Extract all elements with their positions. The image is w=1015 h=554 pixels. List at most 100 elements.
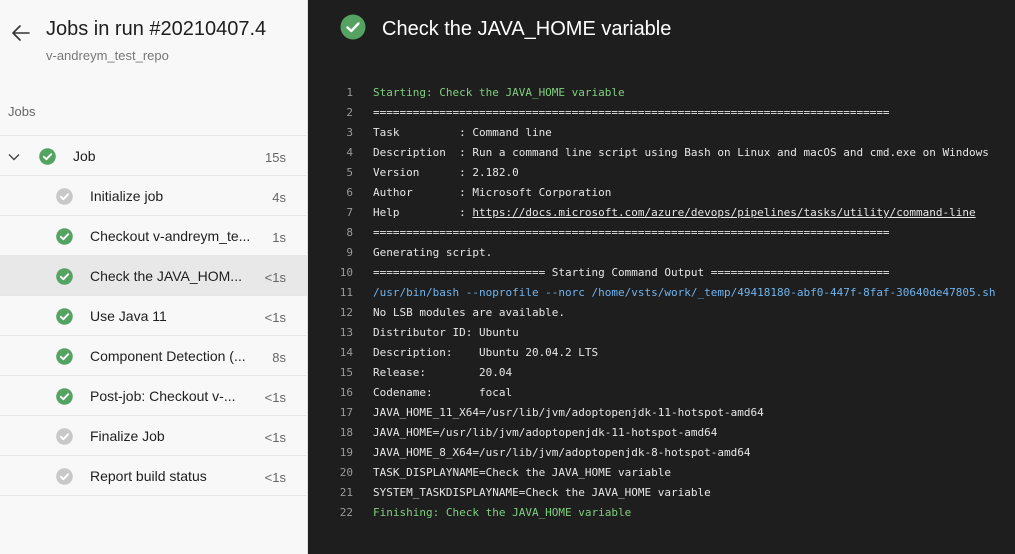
log-line-text: Author : Microsoft Corporation <box>373 186 612 199</box>
log-line-number: 3 <box>346 126 353 139</box>
job-step-duration: 8s <box>272 350 286 365</box>
check-circle-gray-icon <box>56 188 73 205</box>
job-step-label: Post-job: Checkout v-... <box>90 388 236 404</box>
log-line-number: 18 <box>339 426 353 439</box>
log-line: 3 Task : Command line <box>308 123 1015 143</box>
job-step-row[interactable]: Finalize Job <1s <box>0 416 307 456</box>
log-line-text: TASK_DISPLAYNAME=Check the JAVA_HOME var… <box>373 466 672 479</box>
log-line-text: JAVA_HOME=/usr/lib/jvm/adoptopenjdk-11-h… <box>373 426 718 439</box>
log-line: 6 Author : Microsoft Corporation <box>308 183 1015 203</box>
log-line-text: Help : https://docs.microsoft.com/azure/… <box>373 203 976 223</box>
log-line-number: 12 <box>339 306 353 319</box>
job-step-label: Check the JAVA_HOM... <box>90 268 242 284</box>
job-step-duration: <1s <box>264 390 286 405</box>
job-label: Job <box>73 148 96 164</box>
check-circle-icon <box>56 228 73 245</box>
job-step-duration: <1s <box>264 470 286 485</box>
jobs-header: Jobs in run #20210407.4 v-andreym_test_r… <box>0 0 307 85</box>
job-step-row[interactable]: Component Detection (... 8s <box>0 336 307 376</box>
job-step-duration: <1s <box>264 270 286 285</box>
log-line: 2 =======================================… <box>308 103 1015 123</box>
log-line-number: 5 <box>346 166 353 179</box>
log-line: 7 Help : https://docs.microsoft.com/azure… <box>308 203 1015 223</box>
log-line-text: No LSB modules are available. <box>373 306 566 319</box>
log-line: 11/usr/bin/bash --noprofile --norc /home… <box>308 283 1015 303</box>
jobs-panel: Jobs in run #20210407.4 v-andreym_test_r… <box>0 0 308 554</box>
log-line-number: 20 <box>339 466 353 479</box>
check-circle-gray-icon <box>56 428 73 445</box>
log-line-text: Description: Ubuntu 20.04.2 LTS <box>373 346 599 359</box>
log-line: 8 =======================================… <box>308 223 1015 243</box>
chevron-down-icon[interactable] <box>8 150 20 162</box>
log-line-text: /usr/bin/bash --noprofile --norc /home/v… <box>373 286 996 299</box>
log-line: 19 JAVA_HOME_8_X64=/usr/lib/jvm/adoptopen… <box>308 443 1015 463</box>
log-line-number: 1 <box>346 86 353 99</box>
job-step-row[interactable]: Report build status <1s <box>0 456 307 496</box>
log-line: 14 Description: Ubuntu 20.04.2 LTS <box>308 343 1015 363</box>
log-line-number: 15 <box>339 366 353 379</box>
log-line: 12 No LSB modules are available. <box>308 303 1015 323</box>
run-title: Jobs in run #20210407.4 <box>46 18 267 40</box>
job-step-row[interactable]: Post-job: Checkout v-... <1s <box>0 376 307 416</box>
log-header: Check the JAVA_HOME variable <box>340 14 671 42</box>
job-step-label: Component Detection (... <box>90 348 246 364</box>
log-line-number: 10 <box>339 266 353 279</box>
log-line-number: 22 <box>339 506 353 519</box>
job-step-row[interactable]: Check the JAVA_HOM... <1s <box>0 256 307 296</box>
job-step-label: Report build status <box>90 468 207 484</box>
log-line-number: 11 <box>339 286 353 299</box>
back-arrow-icon[interactable] <box>10 22 32 44</box>
log-line-number: 21 <box>339 486 353 499</box>
log-line-number: 17 <box>339 406 353 419</box>
log-line-text: Starting: Check the JAVA_HOME variable <box>373 86 625 99</box>
check-circle-gray-icon <box>56 468 73 485</box>
log-line: 10 ========================== Starting Co… <box>308 263 1015 283</box>
log-line-text: SYSTEM_TASKDISPLAYNAME=Check the JAVA_HO… <box>373 486 711 499</box>
log-line-number: 6 <box>346 186 353 199</box>
log-line-text: Task : Command line <box>373 126 552 139</box>
log-line: 22 Finishing: Check the JAVA_HOME variabl… <box>308 503 1015 523</box>
log-line-text: ========================== Starting Comm… <box>373 266 890 279</box>
repo-name: v-andreym_test_repo <box>46 48 169 63</box>
log-line-text: Version : 2.182.0 <box>373 166 519 179</box>
log-line: 18 JAVA_HOME=/usr/lib/jvm/adoptopenjdk-11… <box>308 423 1015 443</box>
job-step-label: Use Java 11 <box>90 308 167 324</box>
log-line-number: 4 <box>346 146 353 159</box>
log-line-text: Description : Run a command line script … <box>373 146 989 159</box>
log-line: 13 Distributor ID: Ubuntu <box>308 323 1015 343</box>
log-line-text: Distributor ID: Ubuntu <box>373 326 519 339</box>
log-line: 15 Release: 20.04 <box>308 363 1015 383</box>
log-line: 5 Version : 2.182.0 <box>308 163 1015 183</box>
log-line-number: 13 <box>339 326 353 339</box>
log-line: 16 Codename: focal <box>308 383 1015 403</box>
check-circle-icon <box>56 348 73 365</box>
help-link[interactable]: https://docs.microsoft.com/azure/devops/… <box>472 206 975 219</box>
check-circle-icon <box>56 388 73 405</box>
pipeline-run-view: Jobs in run #20210407.4 v-andreym_test_r… <box>0 0 1015 554</box>
job-step-label: Initialize job <box>90 188 164 204</box>
log-line-number: 14 <box>339 346 353 359</box>
log-line: 9 Generating script. <box>308 243 1015 263</box>
job-step-row[interactable]: Use Java 11 <1s <box>0 296 307 336</box>
log-line-number: 2 <box>346 106 353 119</box>
log-line-text: Codename: focal <box>373 386 513 399</box>
log-line-text: JAVA_HOME_11_X64=/usr/lib/jvm/adoptopenj… <box>373 406 764 419</box>
job-step-label: Checkout v-andreym_te... <box>90 228 251 244</box>
check-circle-icon <box>56 308 73 325</box>
log-line-number: 16 <box>339 386 353 399</box>
job-step-duration: <1s <box>264 310 286 325</box>
log-output: 1 Starting: Check the JAVA_HOME variable 2… <box>308 83 1015 523</box>
job-step-row[interactable]: Initialize job 4s <box>0 176 307 216</box>
log-line-number: 9 <box>346 246 353 259</box>
log-line-text: Generating script. <box>373 246 493 259</box>
job-row[interactable]: Job 15s <box>0 136 307 176</box>
log-line: 1 Starting: Check the JAVA_HOME variable <box>308 83 1015 103</box>
log-line: 21 SYSTEM_TASKDISPLAYNAME=Check the JAVA_… <box>308 483 1015 503</box>
job-step-duration: 1s <box>272 230 286 245</box>
job-step-label: Finalize Job <box>90 428 165 444</box>
job-step-row[interactable]: Checkout v-andreym_te... 1s <box>0 216 307 256</box>
log-line-text: Finishing: Check the JAVA_HOME variable <box>373 506 632 519</box>
log-line: 20 TASK_DISPLAYNAME=Check the JAVA_HOME v… <box>308 463 1015 483</box>
log-line-text: ========================================… <box>373 106 890 119</box>
log-line-number: 7 <box>346 206 353 219</box>
